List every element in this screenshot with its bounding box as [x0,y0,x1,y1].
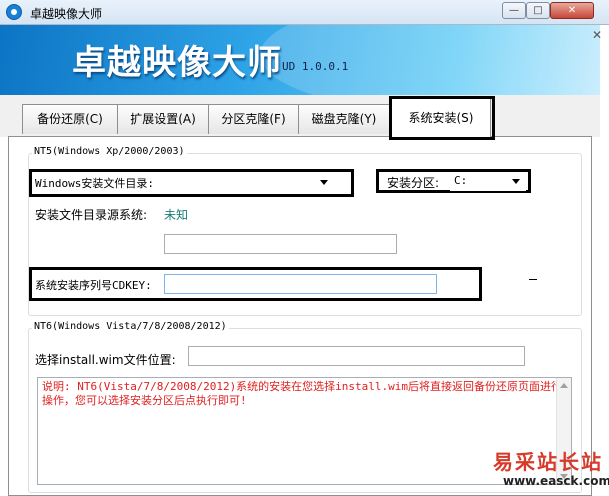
partition-label: 安装分区: [387,176,440,190]
tab-partition-clone[interactable]: 分区克隆(F) [208,104,299,134]
wim-path-input[interactable] [188,346,525,366]
note-textarea[interactable]: 说明: NT6(Vista/7/8/2008/2012)系统的安装在您选择ins… [37,377,572,485]
tab-backup-restore[interactable]: 备份还原(C) [22,104,118,134]
source-system-label: 安装文件目录源系统: [35,208,148,222]
maximize-button[interactable]: □ [526,2,550,19]
resize-grip-icon: ✕ [592,28,603,42]
title-bar: 卓越映像大师 — □ ✕ [0,0,609,25]
banner-title: 卓越映像大师 [72,43,282,83]
wim-label: 选择install.wim文件位置: [35,353,176,367]
install-dir-label: Windows安装文件目录: [35,177,154,190]
cdkey-label: 系统安装序列号CDKEY: [35,279,152,292]
nt5-group-title: NT5(Windows Xp/2000/2003) [32,146,187,157]
highlight-box-tab [389,96,495,140]
nt6-group-title: NT6(Windows Vista/7/8/2008/2012) [32,321,229,332]
close-button[interactable]: ✕ [550,2,594,19]
source-path-field [164,234,397,254]
scroll-up-icon[interactable] [560,383,568,388]
chevron-down-icon [320,180,328,185]
banner: 卓越映像大师 UD 1.0.0.1 [0,25,600,95]
source-system-value: 未知 [164,208,189,222]
tab-extended-settings[interactable]: 扩展设置(A) [117,104,209,134]
version-label: UD 1.0.0.1 [282,60,349,73]
minimize-button[interactable]: — [502,2,526,19]
cdkey-input[interactable] [164,274,437,294]
dash-mark [529,279,537,280]
chevron-down-icon [512,179,520,184]
partition-dropdown[interactable]: C: [450,172,526,191]
note-text: 说明: NT6(Vista/7/8/2008/2012)系统的安装在您选择ins… [42,380,563,407]
tab-disk-clone[interactable]: 磁盘克隆(Y) [298,104,390,134]
app-icon [6,4,22,20]
install-dir-dropdown[interactable] [164,173,334,192]
watermark-url: www.easck.com [503,474,609,488]
window-title: 卓越映像大师 [30,7,103,21]
watermark-logo: 易采站长站 [493,450,603,474]
partition-value: C: [454,174,468,187]
